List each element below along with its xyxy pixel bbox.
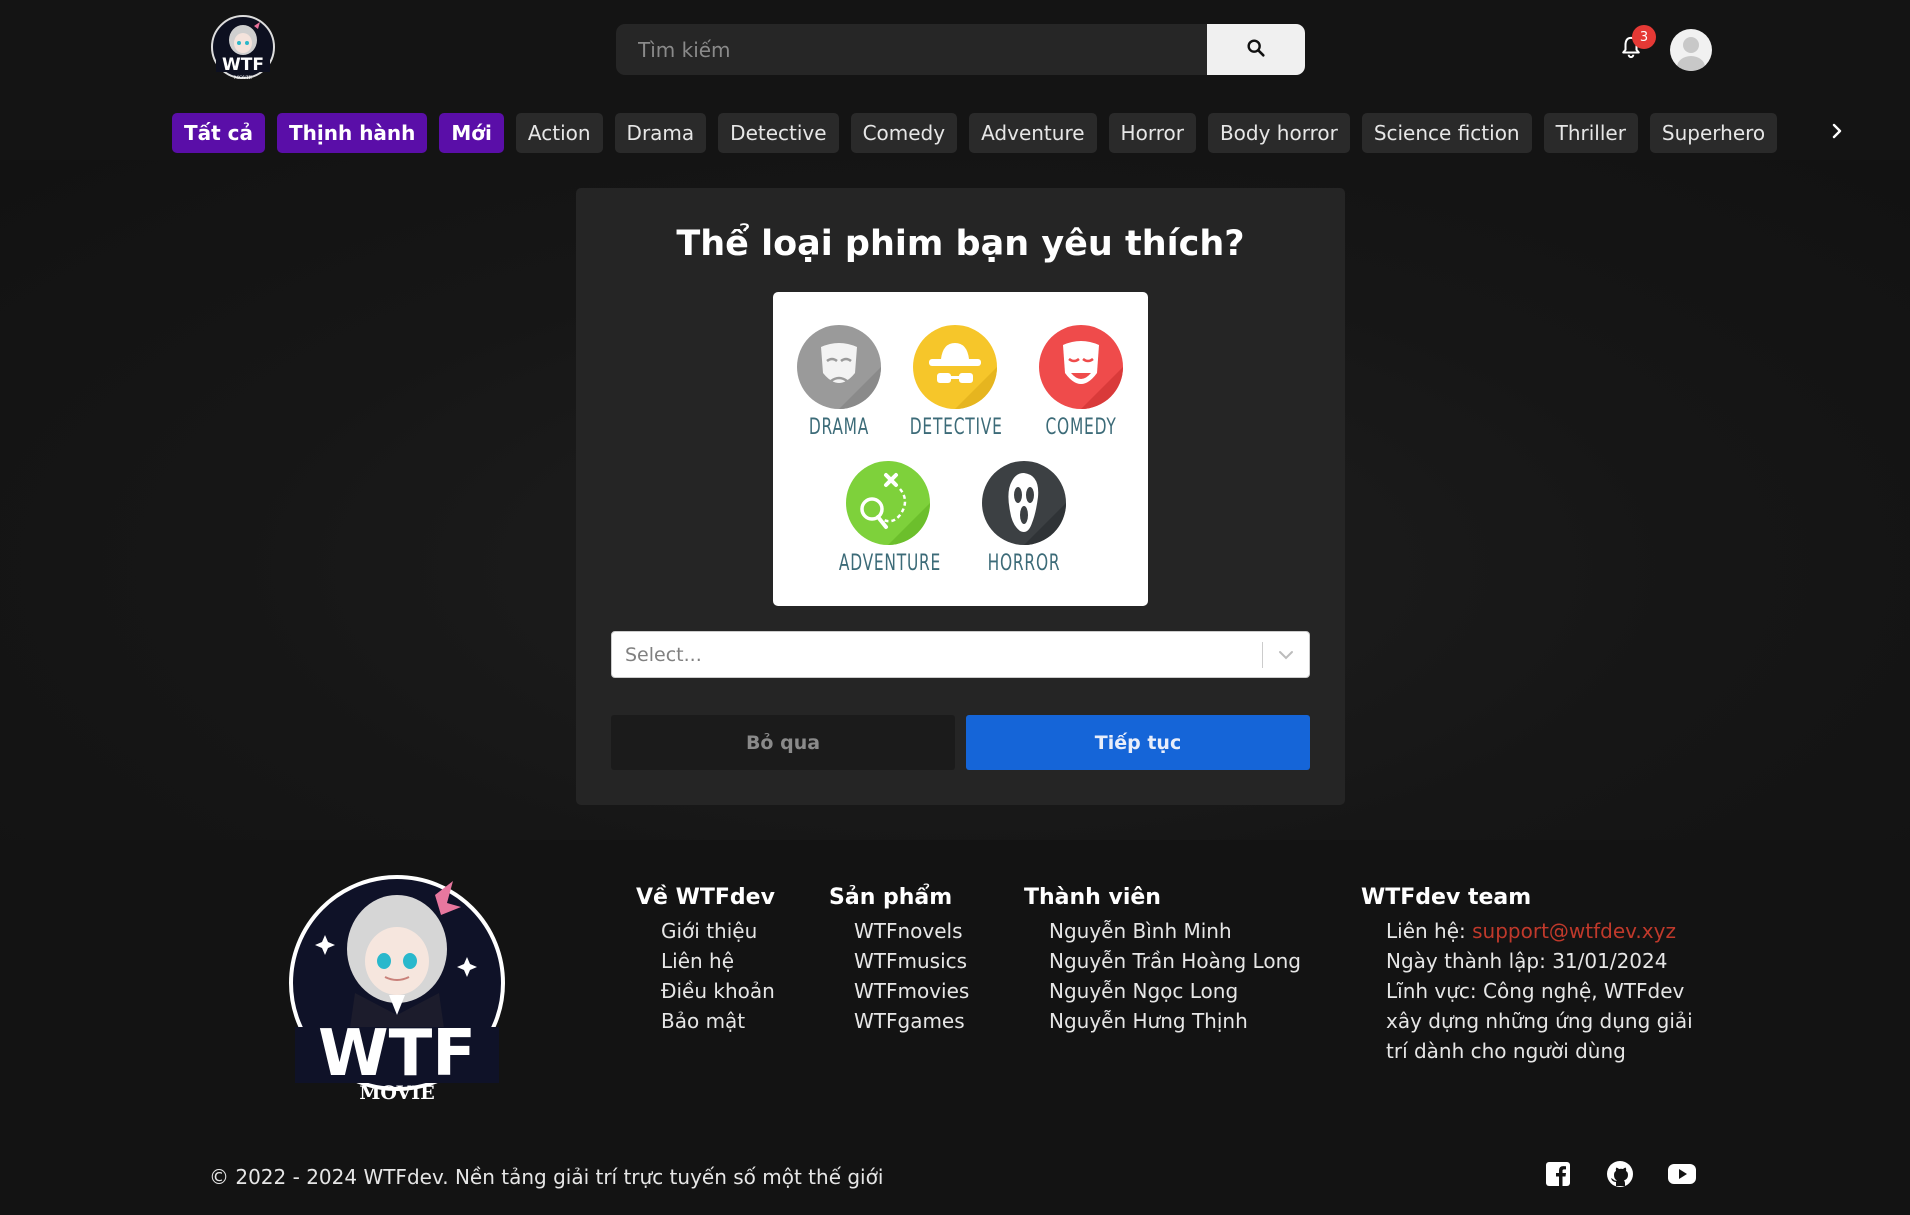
facebook-link[interactable] <box>1544 1162 1572 1190</box>
notification-badge: 3 <box>1632 25 1656 49</box>
copyright-text: © 2022 - 2024 WTFdev. Nền tảng giải trí … <box>209 1165 884 1189</box>
search-bar <box>616 24 1305 75</box>
member-name: Nguyễn Hưng Thịnh <box>1049 1009 1248 1033</box>
team-field-line: xây dựng những ứng dụng giải <box>1386 1009 1693 1033</box>
genre-chip-body-horror[interactable]: Body horror <box>1207 113 1350 153</box>
svg-text:MOVIE: MOVIE <box>359 1082 434 1104</box>
footer: WTF MOVIE Về WTFdev Giới thiệu Liên hệ Đ… <box>0 840 1910 1215</box>
github-link[interactable] <box>1606 1160 1634 1192</box>
member-name: Nguyễn Bình Minh <box>1049 919 1232 943</box>
svg-text:WTF: WTF <box>222 55 264 75</box>
adventure-label: ADVENTURE <box>838 551 942 576</box>
footer-link-about[interactable]: Giới thiệu <box>636 916 775 946</box>
chevron-down-icon <box>1278 645 1294 664</box>
search-icon <box>1245 37 1267 62</box>
genre-chip-tất-cả[interactable]: Tất cả <box>172 113 266 153</box>
social-links <box>1544 1160 1696 1192</box>
dropdown-toggle[interactable] <box>1263 645 1309 664</box>
drama-label: DRAMA <box>808 415 870 440</box>
genre-preference-dialog: Thể loại phim bạn yêu thích? DRAMA DETEC… <box>576 188 1345 805</box>
genre-chip-comedy[interactable]: Comedy <box>850 113 958 153</box>
chevron-right-icon <box>1830 122 1844 144</box>
wtf-movie-logo: WTF MOVIE <box>285 865 509 1109</box>
genre-chip-detective[interactable]: Detective <box>718 113 839 153</box>
genre-illustration: DRAMA DETECTIVE COMEDY ADVENTURE HORROR <box>773 292 1148 606</box>
user-avatar[interactable] <box>1670 29 1712 71</box>
genre-chip-science-fiction[interactable]: Science fiction <box>1361 113 1532 153</box>
continue-button[interactable]: Tiếp tục <box>966 715 1310 770</box>
team-contact: Liên hệ: support@wtfdev.xyz <box>1361 916 1693 946</box>
footer-products-column: Sản phẩm WTFnovels WTFmusics WTFmovies W… <box>829 885 969 1036</box>
footer-link-wtfmusics[interactable]: WTFmusics <box>829 946 969 976</box>
genre-chip-adventure[interactable]: Adventure <box>969 113 1097 153</box>
skip-button[interactable]: Bỏ qua <box>611 715 955 770</box>
footer-link-contact[interactable]: Liên hệ <box>636 946 775 976</box>
comedy-mask-icon <box>1039 325 1123 409</box>
horror-label: HORROR <box>987 551 1061 576</box>
genre-chip-horror[interactable]: Horror <box>1108 113 1196 153</box>
support-email-link[interactable]: support@wtfdev.xyz <box>1472 919 1676 943</box>
genre-chip-thịnh-hành[interactable]: Thịnh hành <box>277 113 428 153</box>
genre-select-placeholder: Select... <box>625 643 702 666</box>
footer-team-column: WTFdev team Liên hệ: support@wtfdev.xyz … <box>1361 885 1693 1066</box>
footer-members-heading: Thành viên <box>1024 885 1161 910</box>
youtube-icon <box>1668 1163 1696 1189</box>
genre-chip-drama[interactable]: Drama <box>614 113 707 153</box>
genre-chip-action[interactable]: Action <box>515 113 603 153</box>
footer-about-column: Về WTFdev Giới thiệu Liên hệ Điều khoản … <box>636 885 775 1036</box>
genre-chip-superhero[interactable]: Superhero <box>1649 113 1778 153</box>
member-name: Nguyễn Ngọc Long <box>1049 979 1239 1003</box>
team-contact-label: Liên hệ: <box>1386 919 1473 943</box>
genre-select[interactable]: Select... <box>611 631 1310 678</box>
drama-genre-graphic: DRAMA <box>791 325 887 440</box>
team-founded: Ngày thành lập: 31/01/2024 <box>1386 949 1668 973</box>
search-button[interactable] <box>1207 24 1305 75</box>
genre-chip-thriller[interactable]: Thriller <box>1543 113 1638 153</box>
genre-chip-mới[interactable]: Mới <box>439 113 504 153</box>
header: WTF MOVIE 3 Tất cả Thịnh hành Mới Action Dra… <box>0 0 1910 160</box>
team-field-line: trí dành cho người dùng <box>1386 1039 1626 1063</box>
github-icon <box>1606 1160 1634 1192</box>
footer-link-wtfgames[interactable]: WTFgames <box>829 1006 969 1036</box>
wtf-logo[interactable]: WTF MOVIE <box>210 14 276 84</box>
svg-text:MOVIE: MOVIE <box>234 75 253 81</box>
facebook-icon <box>1545 1161 1571 1191</box>
member-name: Nguyễn Trần Hoàng Long <box>1049 949 1301 973</box>
team-field-line: Lĩnh vực: Công nghệ, WTFdev <box>1386 979 1685 1003</box>
detective-genre-graphic: DETECTIVE <box>897 325 1013 440</box>
footer-products-heading: Sản phẩm <box>829 885 953 910</box>
svg-text:WTF: WTF <box>318 1017 476 1091</box>
footer-link-wtfmovies[interactable]: WTFmovies <box>829 976 969 1006</box>
detective-label: DETECTIVE <box>909 415 1003 440</box>
search-input[interactable] <box>616 24 1207 75</box>
footer-about-heading: Về WTFdev <box>636 885 775 910</box>
horror-mask-icon <box>982 461 1066 545</box>
genre-scroll-next-button[interactable] <box>1822 118 1852 148</box>
detective-hat-icon <box>913 325 997 409</box>
drama-mask-icon <box>797 325 881 409</box>
dialog-title: Thể loại phim bạn yêu thích? <box>676 224 1245 264</box>
adventure-map-icon <box>846 461 930 545</box>
genre-bar: Tất cả Thịnh hành Mới Action Drama Detective C… <box>172 113 1792 153</box>
comedy-genre-graphic: COMEDY <box>1031 325 1131 440</box>
footer-link-terms[interactable]: Điều khoản <box>636 976 775 1006</box>
adventure-genre-graphic: ADVENTURE <box>825 461 951 576</box>
footer-link-wtfnovels[interactable]: WTFnovels <box>829 916 969 946</box>
horror-genre-graphic: HORROR <box>969 461 1079 576</box>
comedy-label: COMEDY <box>1045 415 1117 440</box>
footer-team-heading: WTFdev team <box>1361 885 1532 910</box>
youtube-link[interactable] <box>1668 1162 1696 1190</box>
footer-link-privacy[interactable]: Bảo mật <box>636 1006 775 1036</box>
footer-members-column: Thành viên Nguyễn Bình Minh Nguyễn Trần … <box>1024 885 1301 1036</box>
